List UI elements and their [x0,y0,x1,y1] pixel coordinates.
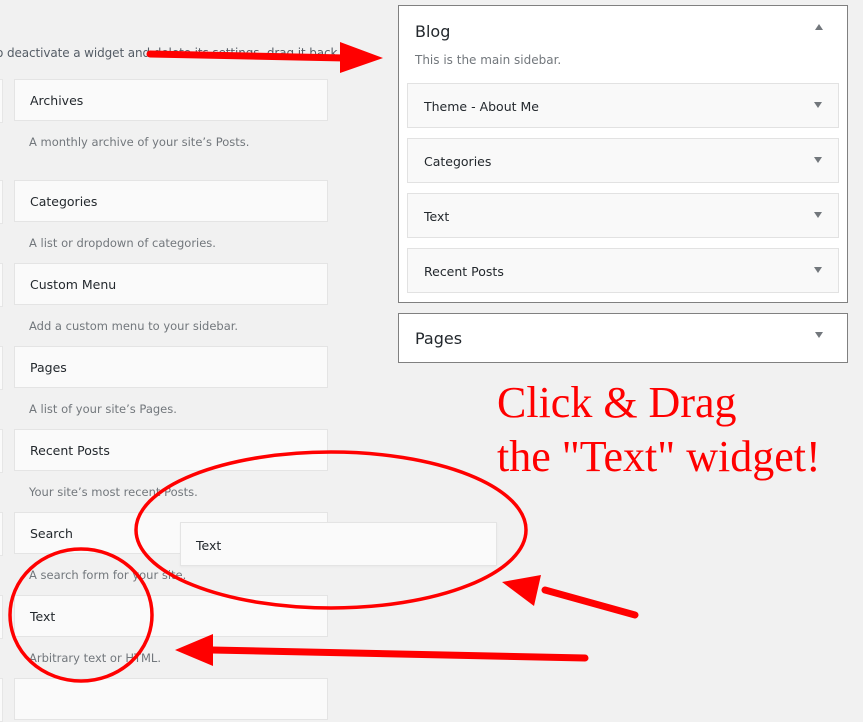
available-widget-categories[interactable]: Categories [14,180,328,222]
expand-arrow-icon[interactable] [814,212,822,218]
offscreen-widget-edge [0,512,3,556]
sidebar-widget-categories[interactable]: Categories [407,138,839,183]
offscreen-widget-edge [0,678,3,722]
available-widget-next[interactable] [14,678,328,720]
dragging-widget-text[interactable]: Text [180,522,497,566]
offscreen-widget-edge [0,595,3,639]
sidebar-widget-text[interactable]: Text [407,193,839,238]
arrow-left-icon [175,634,213,666]
annotation-callout: Click & Drag the "Text" widget! [497,376,821,484]
widget-title: Search [30,526,73,541]
arrow-right-icon [340,42,383,73]
offscreen-widget-edge [0,79,3,123]
available-widget-text[interactable]: Text [14,595,328,637]
offscreen-widget-edge [0,429,3,473]
widget-title: Categories [424,154,492,169]
annotation-line-2: the "Text" widget! [497,432,821,481]
available-widget-custom-menu[interactable]: Custom Menu [14,263,328,305]
sidebar-widget-recent-posts[interactable]: Recent Posts [407,248,839,293]
widgets-instructions: o deactivate a widget and delete its set… [0,46,342,60]
available-widget-archives[interactable]: Archives [14,79,328,121]
widget-description: A list of your site’s Pages. [29,402,177,416]
widget-description: A monthly archive of your site’s Posts. [29,135,250,149]
annotation-arrow-line [208,646,589,662]
widget-title: Theme - About Me [424,99,539,114]
widget-title: Text [30,609,56,624]
widget-description: A search form for your site. [29,568,187,582]
sidebar-title: Blog [415,22,451,41]
annotation-arrow-line [541,586,639,619]
widget-description: A list or dropdown of categories. [29,236,216,250]
widget-title: Archives [30,93,84,108]
available-widget-recent-posts[interactable]: Recent Posts [14,429,328,471]
available-widget-pages[interactable]: Pages [14,346,328,388]
offscreen-widget-edge [0,180,3,224]
widget-title: Recent Posts [30,443,110,458]
sidebar-description: This is the main sidebar. [415,53,562,67]
expand-arrow-icon[interactable] [814,102,822,108]
expand-arrow-icon[interactable] [815,332,823,338]
widget-title: Text [196,538,222,553]
widget-description: Add a custom menu to your sidebar. [29,319,239,333]
expand-arrow-icon[interactable] [814,267,822,273]
widget-title: Custom Menu [30,277,117,292]
widget-description: Arbitrary text or HTML. [29,651,161,665]
expand-arrow-icon[interactable] [814,157,822,163]
widget-title: Recent Posts [424,264,504,279]
widget-title: Text [424,209,450,224]
offscreen-widget-edge [0,263,3,307]
arrow-left-icon [502,575,541,606]
widget-title: Categories [30,194,98,209]
offscreen-widget-edge [0,346,3,390]
annotation-line-1: Click & Drag [497,378,737,427]
widget-description: Your site’s most recent Posts. [29,485,198,499]
sidebar-widget-theme-about-me[interactable]: Theme - About Me [407,83,839,128]
collapse-arrow-icon[interactable] [815,24,823,30]
sidebar-pages[interactable]: Pages [398,313,848,363]
widget-title: Pages [30,360,67,375]
sidebar-blog: Blog This is the main sidebar. Theme - A… [398,5,848,303]
sidebar-title: Pages [415,329,463,348]
